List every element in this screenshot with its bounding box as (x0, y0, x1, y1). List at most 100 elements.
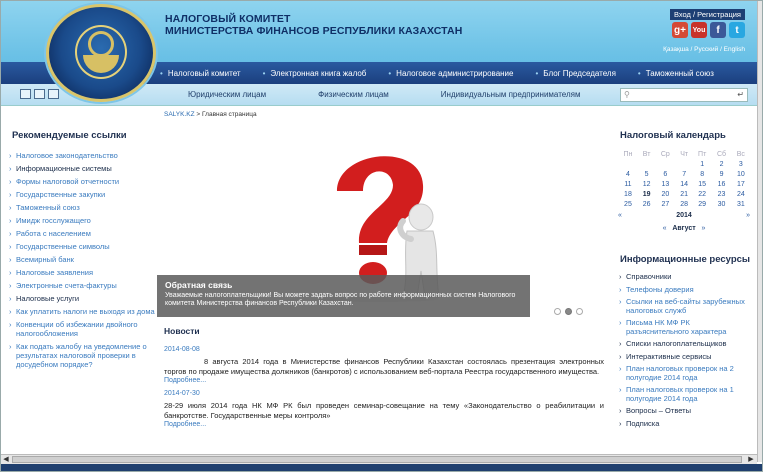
link-pay-taxes-online[interactable]: Как уплатить налоги не выходя из дома (8, 307, 158, 316)
calendar-month-nav: « Август » (618, 225, 750, 232)
twitter-icon[interactable]: t (729, 22, 745, 38)
calendar-day[interactable]: 15 (693, 179, 711, 189)
calendar-day[interactable]: 25 (618, 199, 638, 209)
scroll-left-icon[interactable]: ◀ (1, 455, 11, 464)
resource-faq[interactable]: Вопросы – Ответы (618, 406, 753, 416)
calendar-day[interactable]: 4 (618, 169, 638, 179)
link-e-invoices[interactable]: Электронные счета-фактуры (8, 281, 158, 290)
calendar-day[interactable]: 7 (675, 169, 693, 179)
audience-legal-entities[interactable]: Юридическим лицам (188, 90, 266, 99)
resource-hotlines[interactable]: Телефоны доверия (618, 285, 753, 295)
slider-caption[interactable]: Обратная связь Уважаемые налогоплательщи… (157, 275, 530, 317)
calendar-day[interactable]: 8 (693, 169, 711, 179)
calendar-day[interactable]: 11 (618, 179, 638, 189)
resource-audit-plan-h2[interactable]: План налоговых проверок на 2 полугодие 2… (618, 364, 753, 382)
language-switcher[interactable]: Қазақша / Русский / English (663, 46, 745, 53)
news-more-link[interactable]: Подробнее... (164, 421, 604, 428)
link-state-symbols[interactable]: Государственные символы (8, 242, 158, 251)
weekday-mon: Пн (623, 150, 633, 158)
link-double-taxation[interactable]: Конвенции об избежании двойного налогооб… (8, 320, 158, 338)
topnav-tax-administration[interactable]: Налоговое администрирование (388, 69, 513, 78)
calendar-day[interactable]: 29 (693, 199, 711, 209)
resource-interactive-services[interactable]: Интерактивные сервисы (618, 352, 753, 362)
link-customs-union[interactable]: Таможенный союз (8, 203, 158, 212)
calendar-day[interactable]: 21 (675, 189, 693, 199)
resource-audit-plan-h1[interactable]: План налоговых проверок на 1 полугодие 2… (618, 385, 753, 403)
calendar-day[interactable]: 3 (732, 159, 750, 169)
news-more-link[interactable]: Подробнее... (164, 377, 604, 384)
vertical-scrollbar[interactable] (757, 0, 763, 462)
page-tools (20, 89, 59, 99)
resource-taxpayer-lists[interactable]: Списки налогоплательщиков (618, 339, 753, 349)
calendar-prev-month[interactable]: « (663, 225, 667, 232)
print-icon[interactable] (34, 89, 45, 99)
news-title: Новости (164, 326, 200, 336)
calendar-day[interactable]: 17 (732, 179, 750, 189)
calendar-day[interactable]: 14 (675, 179, 693, 189)
calendar-day[interactable]: 22 (693, 189, 711, 199)
topnav-chairman-blog[interactable]: Блог Председателя (535, 69, 616, 78)
audience-entrepreneurs[interactable]: Индивидуальным предпринимателям (441, 90, 581, 99)
calendar-prev-year[interactable]: « (618, 212, 622, 219)
calendar-day[interactable]: 18 (618, 189, 638, 199)
calendar-day[interactable]: 6 (655, 169, 675, 179)
link-tax-forms[interactable]: Формы налоговой отчетности (8, 177, 158, 186)
slider-dot-1[interactable] (554, 308, 561, 315)
feature-slider[interactable]: Обратная связь Уважаемые налогоплательщи… (157, 129, 593, 317)
google-plus-icon[interactable]: g+ (672, 22, 688, 38)
calendar-day[interactable]: 26 (638, 199, 655, 209)
calendar-day[interactable]: 24 (732, 189, 750, 199)
link-public-procurement[interactable]: Государственные закупки (8, 190, 158, 199)
calendar-day[interactable]: 23 (711, 189, 731, 199)
calendar-day[interactable]: 1 (693, 159, 711, 169)
search-input[interactable]: ⚲ ↵ (620, 88, 748, 102)
news-text: 28-29 июля 2014 года НК МФ РК был провед… (164, 401, 604, 420)
horizontal-scrollbar[interactable]: ◀ ▶ (0, 454, 757, 464)
calendar-day[interactable]: 28 (675, 199, 693, 209)
horizontal-scroll-thumb[interactable] (12, 456, 742, 463)
site-title[interactable]: НАЛОГОВЫЙ КОМИТЕТ МИНИСТЕРСТВА ФИНАНСОВ … (165, 13, 462, 37)
calendar-day[interactable]: 27 (655, 199, 675, 209)
link-tax-services[interactable]: Налоговые услуги (8, 294, 158, 303)
facebook-icon[interactable]: f (710, 22, 726, 38)
calendar-day[interactable]: 16 (711, 179, 731, 189)
topnav-customs-union[interactable]: Таможенный союз (638, 69, 714, 78)
link-information-systems[interactable]: Информационные системы (8, 164, 158, 173)
calendar-day[interactable]: 10 (732, 169, 750, 179)
link-tax-applications[interactable]: Налоговые заявления (8, 268, 158, 277)
resource-explanatory-letters[interactable]: Письма НК МФ РК разъяснительного характе… (618, 318, 753, 336)
calendar-day[interactable]: 30 (711, 199, 731, 209)
youtube-icon[interactable]: You (691, 22, 707, 38)
link-tax-legislation[interactable]: Налоговое законодательство (8, 151, 158, 160)
topnav-tax-committee[interactable]: Налоговый комитет (160, 69, 241, 78)
sitemap-icon[interactable] (48, 89, 59, 99)
scroll-right-icon[interactable]: ▶ (746, 455, 756, 464)
emblem-logo[interactable] (46, 4, 156, 102)
calendar-next-month[interactable]: » (702, 225, 706, 232)
link-civil-servant-image[interactable]: Имидж госслужащего (8, 216, 158, 225)
resource-foreign-tax-sites[interactable]: Ссылки на веб-сайты зарубежных налоговых… (618, 297, 753, 315)
calendar-next-year[interactable]: » (746, 212, 750, 219)
link-file-complaint[interactable]: Как подать жалобу на уведомление о резул… (8, 342, 158, 369)
calendar-day[interactable]: 9 (711, 169, 731, 179)
slider-dot-3[interactable] (576, 308, 583, 315)
resource-subscription[interactable]: Подписка (618, 419, 753, 429)
calendar-day[interactable]: 5 (638, 169, 655, 179)
mail-icon[interactable] (20, 89, 31, 99)
calendar-day[interactable]: 2 (711, 159, 731, 169)
resource-directories[interactable]: Справочники (618, 272, 753, 282)
breadcrumb: SALYK.KZ > Главная страница (164, 111, 257, 118)
calendar-day-today[interactable]: 19 (638, 189, 655, 199)
calendar-day[interactable]: 20 (655, 189, 675, 199)
slider-dot-2[interactable] (565, 308, 572, 315)
search-submit-icon[interactable]: ↵ (737, 90, 744, 99)
login-register-link[interactable]: Вход / Регистрация (669, 9, 745, 20)
link-public-relations[interactable]: Работа с населением (8, 229, 158, 238)
calendar-day[interactable]: 12 (638, 179, 655, 189)
calendar-day[interactable]: 31 (732, 199, 750, 209)
calendar-day[interactable]: 13 (655, 179, 675, 189)
breadcrumb-root[interactable]: SALYK.KZ (164, 111, 195, 118)
link-world-bank[interactable]: Всемирный банк (8, 255, 158, 264)
topnav-complaints-book[interactable]: Электронная книга жалоб (263, 69, 366, 78)
audience-individuals[interactable]: Физическим лицам (318, 90, 389, 99)
